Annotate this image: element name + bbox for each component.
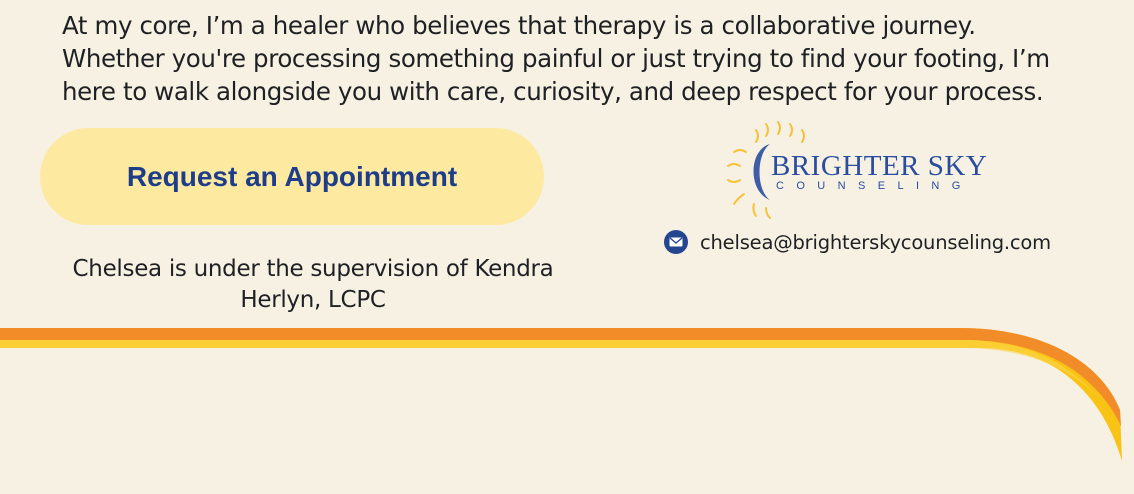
brighter-sky-logo: BRIGHTER SKY COUNSELING xyxy=(726,120,987,220)
logo-subtitle: COUNSELING xyxy=(776,180,973,192)
supervision-line: Chelsea is under the supervision of Kend… xyxy=(72,256,554,282)
decorative-swoosh xyxy=(0,328,1122,461)
intro-line: here to walk alongside you with care, cu… xyxy=(62,77,1044,106)
intro-paragraph: At my core, I’m a healer who believes th… xyxy=(62,9,1112,108)
logo-wordmark: BRIGHTER SKY xyxy=(771,150,988,182)
email-contact: chelsea@brighterskycounseling.com xyxy=(664,228,1051,256)
email-link[interactable]: chelsea@brighterskycounseling.com xyxy=(700,231,1051,254)
intro-line: Whether you're processing something pain… xyxy=(62,44,1050,73)
request-appointment-button[interactable]: Request an Appointment xyxy=(40,128,544,225)
mail-icon xyxy=(664,230,688,254)
intro-line: At my core, I’m a healer who believes th… xyxy=(62,11,976,40)
